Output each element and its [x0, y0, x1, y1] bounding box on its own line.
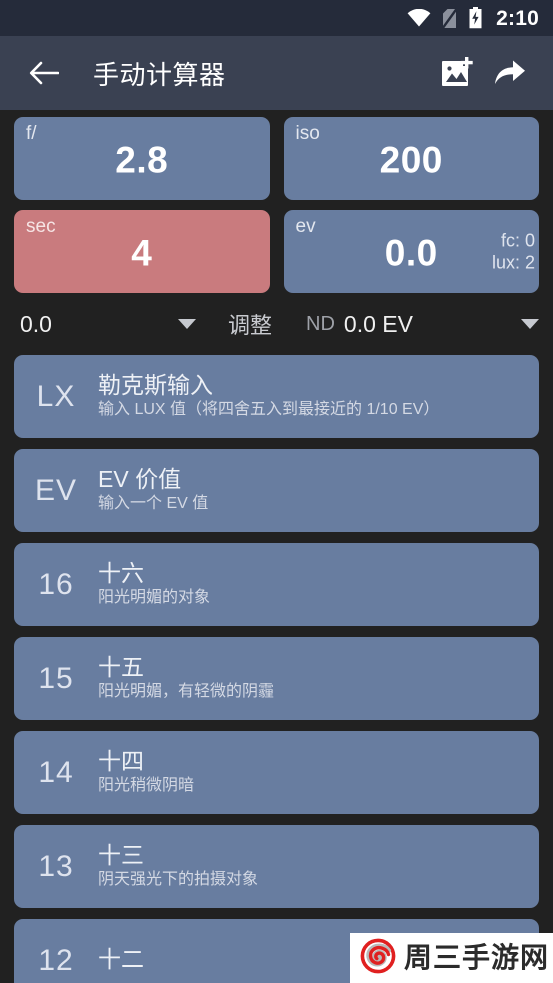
add-photo-icon[interactable]	[432, 47, 484, 99]
list-item[interactable]: 13 十三 阴天强光下的拍摄对象	[14, 825, 539, 908]
list-item-code: 14	[38, 755, 74, 789]
nd-label: ND	[306, 312, 335, 335]
list-item-subtitle: 输入 LUX 值（将四舍五入到最接近的 1/10 EV）	[98, 401, 440, 419]
list-item[interactable]: 15 十五 阳光明媚，有轻微的阴霾	[14, 637, 539, 720]
list-item-title: 十三	[98, 841, 144, 868]
aperture-card-value: 2.8	[115, 139, 169, 181]
list-item-code: EV	[34, 473, 78, 507]
list-item-text: 勒克斯输入 输入 LUX 值（将四舍五入到最接近的 1/10 EV）	[98, 372, 539, 421]
chevron-down-icon	[521, 319, 539, 329]
list-item-code: 16	[38, 567, 74, 601]
list-item-code: 13	[38, 849, 74, 883]
app-root: 2:10 手动计算器 f/ 2.8 iso 200 sec 4 ev 0.0 f…	[0, 0, 553, 983]
chevron-down-icon	[178, 319, 196, 329]
shutter-card-value: 4	[131, 232, 153, 274]
ev-card-extra: fc: 0 lux: 2	[492, 229, 535, 274]
controls-row: 0.0 调整 ND 0.0 EV	[0, 293, 553, 355]
status-bar: 2:10	[0, 0, 553, 36]
list-item-title: 十二	[98, 946, 144, 973]
aperture-card[interactable]: f/ 2.8	[14, 117, 270, 200]
list-item-title: 十四	[98, 747, 144, 774]
value-card-grid: f/ 2.8 iso 200 sec 4 ev 0.0 fc: 0 lux: 2	[0, 110, 553, 293]
watermark-text: 周三手游网	[404, 942, 550, 973]
list-item-code: 12	[38, 943, 74, 977]
ev-preset-list: LX 勒克斯输入 输入 LUX 值（将四舍五入到最接近的 1/10 EV） EV…	[0, 355, 553, 983]
list-item-text: 十四 阳光稍微阴暗	[98, 748, 539, 797]
list-item-text: 十五 阳光明媚，有轻微的阴霾	[98, 654, 539, 703]
list-item-text: 十六 阳光明媚的对象	[98, 560, 539, 609]
iso-card-value: 200	[379, 139, 443, 181]
wifi-icon	[407, 9, 431, 27]
list-item-text: 十三 阴天强光下的拍摄对象	[98, 842, 539, 891]
ev-card-fc: fc: 0	[500, 230, 535, 250]
list-item-text: EV 价值 输入一个 EV 值	[98, 466, 539, 515]
iso-card[interactable]: iso 200	[283, 117, 539, 200]
no-sim-icon	[442, 7, 458, 29]
list-item-subtitle: 阳光明媚，有轻微的阴霾	[98, 683, 275, 701]
share-icon[interactable]	[484, 47, 536, 99]
page-title: 手动计算器	[93, 59, 226, 90]
list-item-subtitle: 阳光明媚的对象	[98, 589, 211, 607]
adjust-button[interactable]: 调整	[228, 308, 272, 340]
compensation-spinner[interactable]: 0.0	[20, 311, 196, 338]
list-item-code: 15	[38, 661, 74, 695]
list-item-title: 十六	[98, 559, 144, 586]
status-bar-clock: 2:10	[496, 6, 539, 30]
list-item-subtitle: 输入一个 EV 值	[98, 495, 209, 513]
list-item-subtitle: 阳光稍微阴暗	[98, 777, 195, 795]
list-item-code: LX	[36, 379, 76, 413]
shutter-card[interactable]: sec 4	[14, 210, 270, 293]
list-item[interactable]: 16 十六 阳光明媚的对象	[14, 543, 539, 626]
battery-charging-icon	[468, 7, 483, 29]
watermark-logo-icon	[359, 937, 397, 980]
compensation-value: 0.0	[20, 310, 52, 337]
ev-card-lux: lux: 2	[491, 252, 535, 273]
list-item-title: 勒克斯输入	[98, 371, 213, 398]
back-button[interactable]	[24, 53, 64, 93]
list-item-title: EV 价值	[98, 465, 182, 492]
ev-card[interactable]: ev 0.0 fc: 0 lux: 2	[283, 210, 539, 293]
list-item-title: 十五	[98, 653, 144, 680]
nd-spinner[interactable]: ND 0.0 EV	[306, 311, 539, 338]
list-item-subtitle: 阴天强光下的拍摄对象	[98, 871, 259, 889]
list-item[interactable]: 14 十四 阳光稍微阴暗	[14, 731, 539, 814]
list-item[interactable]: LX 勒克斯输入 输入 LUX 值（将四舍五入到最接近的 1/10 EV）	[14, 355, 539, 438]
list-item[interactable]: EV EV 价值 输入一个 EV 值	[14, 449, 539, 532]
site-watermark: 周三手游网	[350, 933, 553, 983]
nd-value: 0.0 EV	[343, 310, 413, 337]
app-bar: 手动计算器	[0, 36, 553, 110]
